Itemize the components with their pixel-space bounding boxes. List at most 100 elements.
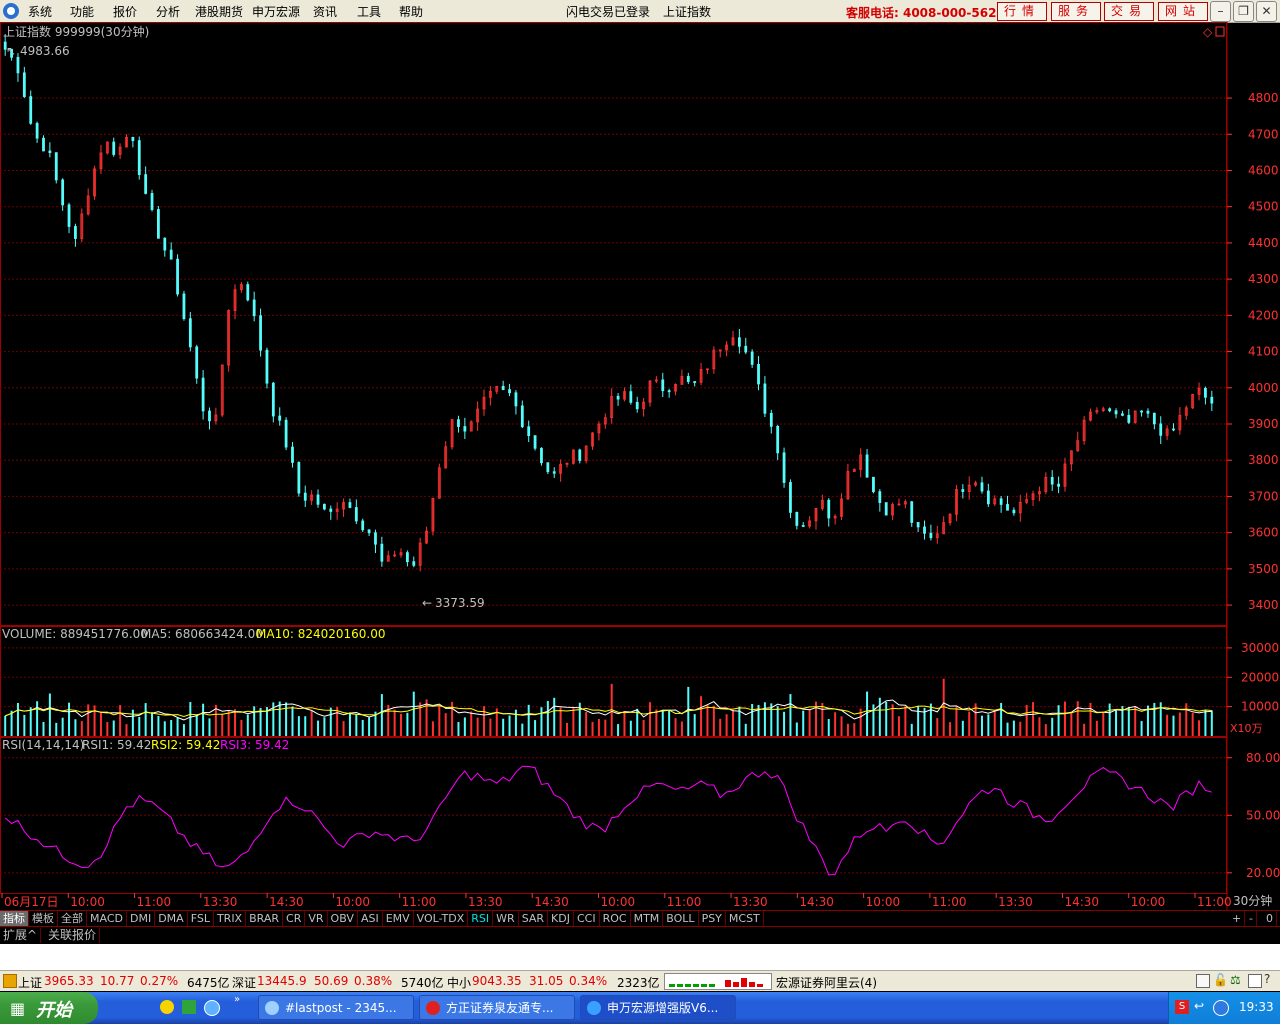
tab-asi[interactable]: ASI: [358, 911, 383, 926]
price-tick-label: 4800: [1248, 91, 1279, 105]
tab-vr[interactable]: VR: [305, 911, 328, 926]
tab-psy[interactable]: PSY: [699, 911, 726, 926]
tab-mcst[interactable]: MCST: [726, 911, 764, 926]
tab-dma[interactable]: DMA: [155, 911, 188, 926]
scale-icon[interactable]: ⚖: [1230, 973, 1241, 987]
tab-mtm[interactable]: MTM: [631, 911, 664, 926]
ie-icon[interactable]: [204, 1000, 220, 1016]
volume-bar: [1108, 703, 1111, 736]
volume-bar: [968, 711, 971, 736]
volume-bar: [1102, 712, 1105, 736]
diamond-icon[interactable]: ◇: [1203, 25, 1213, 39]
chart-title: 上证指数 999999(30分钟): [3, 24, 149, 39]
tab-dmi[interactable]: DMI: [127, 911, 156, 926]
tab-vol-tdx[interactable]: VOL-TDX: [414, 911, 469, 926]
tab-emv[interactable]: EMV: [383, 911, 414, 926]
volume-bar: [706, 704, 709, 736]
menu-hk-futures[interactable]: 港股期货: [195, 3, 243, 20]
task-swhy[interactable]: 申万宏源增强版V6...: [580, 995, 736, 1020]
time-tick-label: 13:30: [998, 895, 1033, 909]
volume-bar: [23, 714, 26, 736]
volume-bar: [955, 706, 958, 736]
tab-related-quotes[interactable]: 关联报价: [45, 928, 101, 943]
candle-body: [323, 503, 326, 510]
restore-icon[interactable]: ❐: [1233, 1, 1254, 22]
kline-chart[interactable]: 3400 3500 3600 3700 3800 3900 4000 4100 4200 4300…: [0, 22, 1280, 910]
volume-bar: [878, 697, 881, 736]
service-button[interactable]: 服务: [1051, 2, 1101, 21]
candle-body: [757, 363, 760, 385]
candle-body: [520, 405, 524, 428]
candle-body: [872, 476, 875, 493]
rsi-series-line: [4, 765, 1212, 876]
tab-trix[interactable]: TRIX: [214, 911, 247, 926]
lock-icon[interactable]: 🔓: [1213, 973, 1228, 987]
sogou-icon[interactable]: S: [1175, 1000, 1189, 1014]
menu-function[interactable]: 功能: [70, 3, 94, 20]
start-button[interactable]: ▦ 开始: [0, 992, 98, 1024]
menu-system[interactable]: 系统: [28, 3, 52, 20]
trade-button[interactable]: 交易: [1104, 2, 1154, 21]
shield-icon[interactable]: [1213, 1000, 1229, 1016]
candle-body: [265, 349, 269, 384]
tab-cci[interactable]: CCI: [574, 911, 600, 926]
tab-control-1[interactable]: -: [1246, 911, 1257, 926]
candle-body: [737, 337, 741, 347]
menu-tools[interactable]: 工具: [357, 3, 381, 20]
system-tray: S ↩ 19:33: [1168, 992, 1280, 1024]
tab-brar[interactable]: BRAR: [246, 911, 284, 926]
tab-全部[interactable]: 全部: [58, 911, 87, 926]
tab-kdj[interactable]: KDJ: [548, 911, 574, 926]
founder-app-icon: [426, 1001, 440, 1015]
minimize-icon[interactable]: –: [1210, 1, 1231, 22]
volume-tick-label: 20000: [1241, 670, 1279, 684]
tab-fsl[interactable]: FSL: [188, 911, 214, 926]
volume-bar: [234, 709, 237, 736]
volume-bar: [559, 707, 562, 736]
volume-bar: [444, 713, 447, 736]
volume-bar: [74, 719, 77, 736]
menu-quote[interactable]: 报价: [113, 3, 137, 20]
tab-extension[interactable]: 扩展^: [0, 928, 42, 943]
notepad-icon[interactable]: [1196, 974, 1210, 988]
tab-wr[interactable]: WR: [493, 911, 519, 926]
volume-bar: [680, 721, 683, 736]
quicklaunch-icon-2[interactable]: [182, 1000, 196, 1014]
window-icon[interactable]: [1248, 974, 1262, 988]
volume-bar: [208, 718, 211, 736]
quicklaunch-icon-1[interactable]: [160, 1000, 174, 1014]
candle-body: [750, 351, 754, 365]
menu-swhy[interactable]: 申万宏源: [252, 3, 300, 20]
website-button[interactable]: 网站: [1158, 2, 1208, 21]
chart-maximize-icon[interactable]: [1215, 26, 1225, 37]
quote-button[interactable]: 行情: [997, 2, 1047, 21]
volume-bar: [795, 722, 798, 736]
task-founder[interactable]: 方正证券泉友通专...: [419, 995, 575, 1020]
close-icon[interactable]: ✕: [1256, 1, 1277, 22]
candle-body: [552, 471, 556, 474]
tab-control-2[interactable]: 0: [1263, 911, 1277, 926]
tab-control-0[interactable]: +: [1229, 911, 1246, 926]
quicklaunch-more-icon[interactable]: »: [234, 994, 240, 1005]
zx-pct: 0.34%: [569, 974, 608, 988]
tab-cr[interactable]: CR: [283, 911, 306, 926]
tab-模板[interactable]: 模板: [29, 911, 58, 926]
price-tick-label: 4700: [1248, 127, 1279, 141]
tab-obv[interactable]: OBV: [328, 911, 358, 926]
tab-macd[interactable]: MACD: [87, 911, 127, 926]
tab-roc[interactable]: ROC: [600, 911, 631, 926]
task-lastpost[interactable]: #lastpost - 2345...: [258, 995, 414, 1020]
tab-rsi[interactable]: RSI: [468, 911, 494, 926]
menu-help[interactable]: 帮助: [399, 3, 423, 20]
zx-change: 31.05: [529, 974, 564, 988]
candle-body: [667, 390, 671, 393]
tab-sar[interactable]: SAR: [519, 911, 549, 926]
tab-指标[interactable]: 指标: [0, 911, 29, 926]
help-icon[interactable]: ?: [1264, 972, 1270, 986]
zx-value: 9043.35: [472, 974, 522, 988]
tab-boll[interactable]: BOLL: [663, 911, 699, 926]
network-icon[interactable]: ↩: [1194, 999, 1204, 1013]
menu-analysis[interactable]: 分析: [156, 3, 180, 20]
volume-bar: [731, 709, 734, 736]
menu-news[interactable]: 资讯: [313, 3, 337, 20]
